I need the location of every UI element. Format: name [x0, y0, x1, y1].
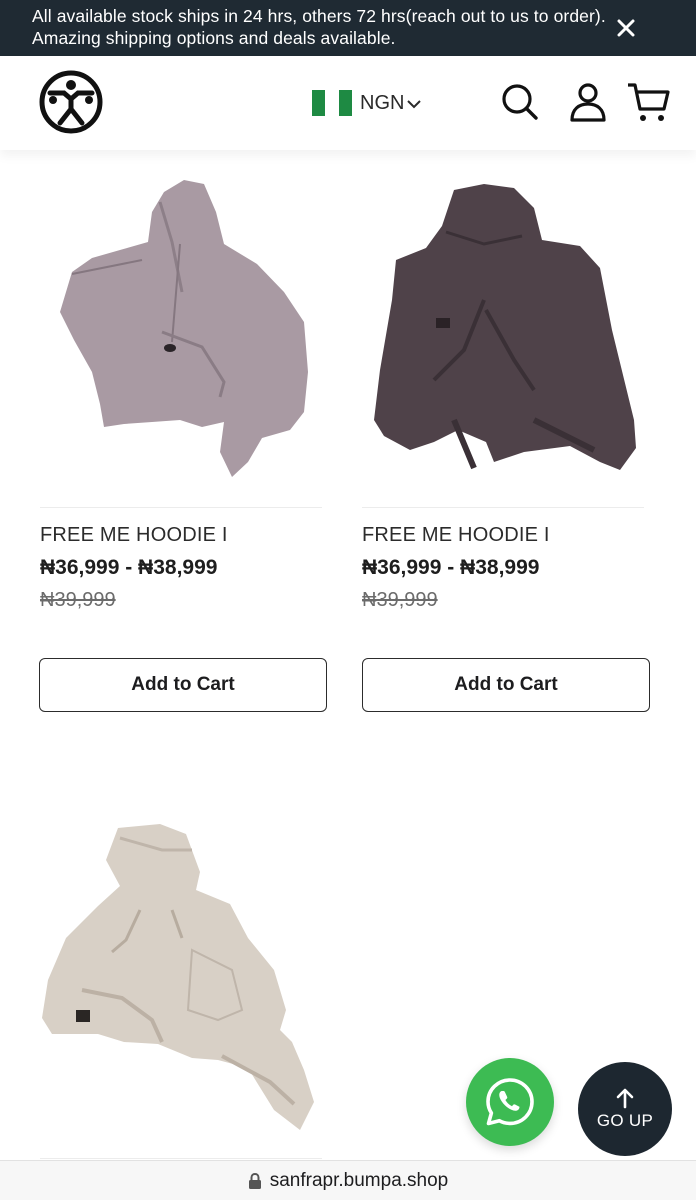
product-image[interactable] [374, 180, 642, 480]
product-image[interactable] [52, 172, 312, 482]
site-header: NGN [0, 56, 696, 150]
product-price: ₦36,999 - ₦38,999 [40, 556, 218, 579]
go-up-label: GO UP [596, 1111, 654, 1130]
product-old-price: ₦39,999 [40, 589, 116, 611]
lock-icon [248, 1172, 261, 1189]
whatsapp-icon [486, 1078, 534, 1126]
nigeria-flag-icon [312, 90, 352, 116]
product-name[interactable]: FREE ME HOODIE I [40, 524, 228, 547]
brand-logo-icon[interactable] [38, 69, 104, 135]
add-to-cart-button[interactable]: Add to Cart [362, 658, 650, 712]
product-old-price: ₦39,999 [362, 589, 438, 611]
arrow-up-icon [616, 1088, 634, 1109]
go-up-button[interactable]: GO UP [578, 1062, 672, 1156]
product-price: ₦36,999 - ₦38,999 [362, 556, 540, 579]
whatsapp-button[interactable] [466, 1058, 554, 1146]
close-icon[interactable] [612, 14, 640, 42]
announcement-bar: All available stock ships in 24 hrs, oth… [0, 0, 696, 56]
divider [362, 507, 644, 508]
search-icon[interactable] [498, 80, 542, 124]
announcement-text: All available stock ships in 24 hrs, oth… [32, 6, 606, 48]
user-icon[interactable] [566, 80, 610, 124]
divider [40, 507, 322, 508]
chevron-down-icon [407, 100, 422, 109]
currency-selector[interactable]: NGN [312, 88, 422, 118]
add-to-cart-button[interactable]: Add to Cart [39, 658, 327, 712]
product-name[interactable]: FREE ME HOODIE I [362, 524, 550, 547]
product-image[interactable] [42, 820, 322, 1140]
currency-code: NGN [360, 91, 405, 114]
cart-icon[interactable] [626, 80, 670, 124]
browser-url-bar[interactable]: sanfrapr.bumpa.shop [0, 1160, 696, 1200]
url-text: sanfrapr.bumpa.shop [269, 1169, 449, 1191]
divider [40, 1158, 322, 1159]
